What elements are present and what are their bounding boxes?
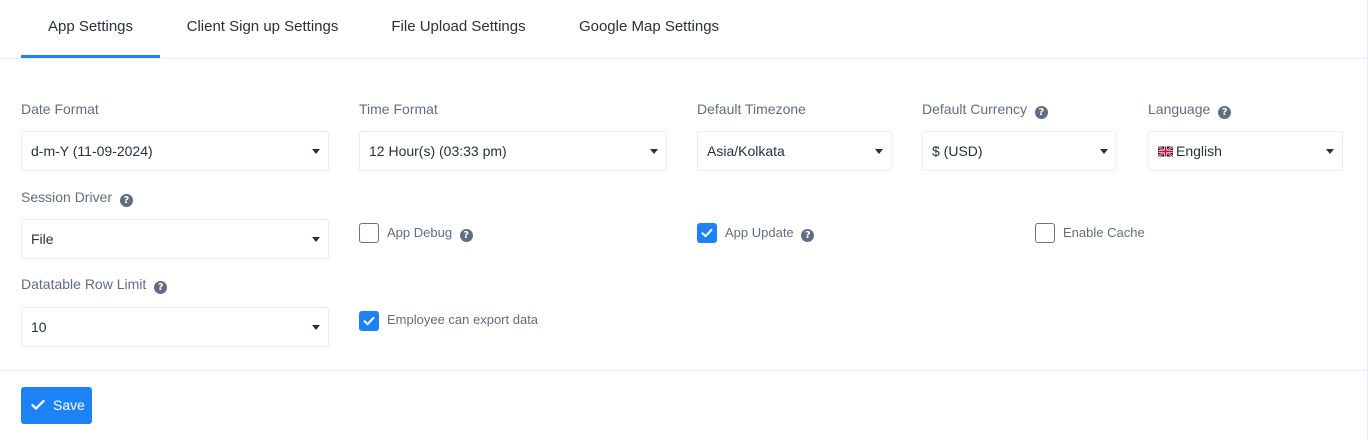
question-circle-icon[interactable]: ? [801,229,815,242]
default-currency-label: Default Currency ? [922,100,1048,119]
session-driver-value: File [31,231,54,247]
check-icon [363,316,375,326]
language-label-text: Language [1148,101,1211,117]
check-icon [31,399,45,410]
app-debug-checkbox[interactable] [359,223,379,243]
language-value: English [1176,143,1222,159]
language-value-wrap: English [1158,132,1222,170]
tab-app-settings[interactable]: App Settings [21,0,160,58]
footer-divider [0,370,1367,371]
default-currency-value: $ (USD) [932,143,983,159]
datatable-row-limit-label: Datatable Row Limit ? [21,275,168,294]
enable-cache-label-text: Enable Cache [1063,225,1145,240]
question-circle-icon[interactable]: ? [154,281,168,294]
time-format-label-text: Time Format [359,101,438,117]
date-format-label-text: Date Format [21,101,99,117]
question-circle-icon[interactable]: ? [119,194,133,207]
save-button[interactable]: Save [21,387,92,424]
question-circle-icon[interactable]: ? [1034,106,1048,119]
tab-google-map-settings[interactable]: Google Map Settings [556,0,742,58]
enable-cache-checkbox[interactable] [1035,223,1055,243]
default-timezone-label-text: Default Timezone [697,101,806,117]
date-format-label: Date Format [21,100,99,118]
caret-down-icon [1100,149,1108,154]
question-circle-icon[interactable]: ? [1218,106,1232,119]
session-driver-label: Session Driver ? [21,188,133,207]
caret-down-icon [312,325,320,330]
enable-cache-label: Enable Cache [1063,224,1145,242]
datatable-row-limit-select[interactable]: 10 [21,307,329,347]
default-currency-select[interactable]: $ (USD) [922,131,1117,171]
settings-panel: App Settings Client Sign up Settings Fil… [0,0,1368,440]
language-label: Language ? [1148,100,1232,119]
settings-tabs: App Settings Client Sign up Settings Fil… [0,0,1367,59]
default-currency-label-text: Default Currency [922,101,1028,117]
caret-down-icon [312,149,320,154]
app-debug-label: App Debug ? [387,224,473,242]
default-timezone-select[interactable]: Asia/Kolkata [697,131,892,171]
app-update-checkbox[interactable] [697,223,717,243]
employee-export-checkbox[interactable] [359,311,379,331]
employee-export-label: Employee can export data [387,311,538,329]
uk-flag-icon [1158,146,1173,157]
time-format-label: Time Format [359,100,438,118]
default-timezone-label: Default Timezone [697,100,806,118]
caret-down-icon [312,237,320,242]
time-format-select[interactable]: 12 Hour(s) (03:33 pm) [359,131,667,171]
employee-export-label-text: Employee can export data [387,312,539,327]
caret-down-icon [875,149,883,154]
app-update-label: App Update ? [725,224,815,242]
app-update-label-text: App Update [725,225,794,240]
tab-file-upload-settings[interactable]: File Upload Settings [365,0,552,58]
check-icon [701,228,713,238]
date-format-select[interactable]: d-m-Y (11-09-2024) [21,131,329,171]
default-timezone-value: Asia/Kolkata [707,143,785,159]
session-driver-select[interactable]: File [21,219,329,259]
tab-client-sign-up-settings[interactable]: Client Sign up Settings [164,0,361,58]
time-format-value: 12 Hour(s) (03:33 pm) [369,143,507,159]
save-button-label: Save [53,397,85,413]
app-debug-label-text: App Debug [387,225,453,240]
datatable-row-limit-value: 10 [31,319,47,335]
caret-down-icon [650,149,658,154]
datatable-row-limit-label-text: Datatable Row Limit [21,276,147,292]
session-driver-label-text: Session Driver [21,189,113,205]
date-format-value: d-m-Y (11-09-2024) [31,143,153,159]
language-select[interactable]: English [1148,131,1343,171]
question-circle-icon[interactable]: ? [459,229,473,242]
caret-down-icon [1326,149,1334,154]
